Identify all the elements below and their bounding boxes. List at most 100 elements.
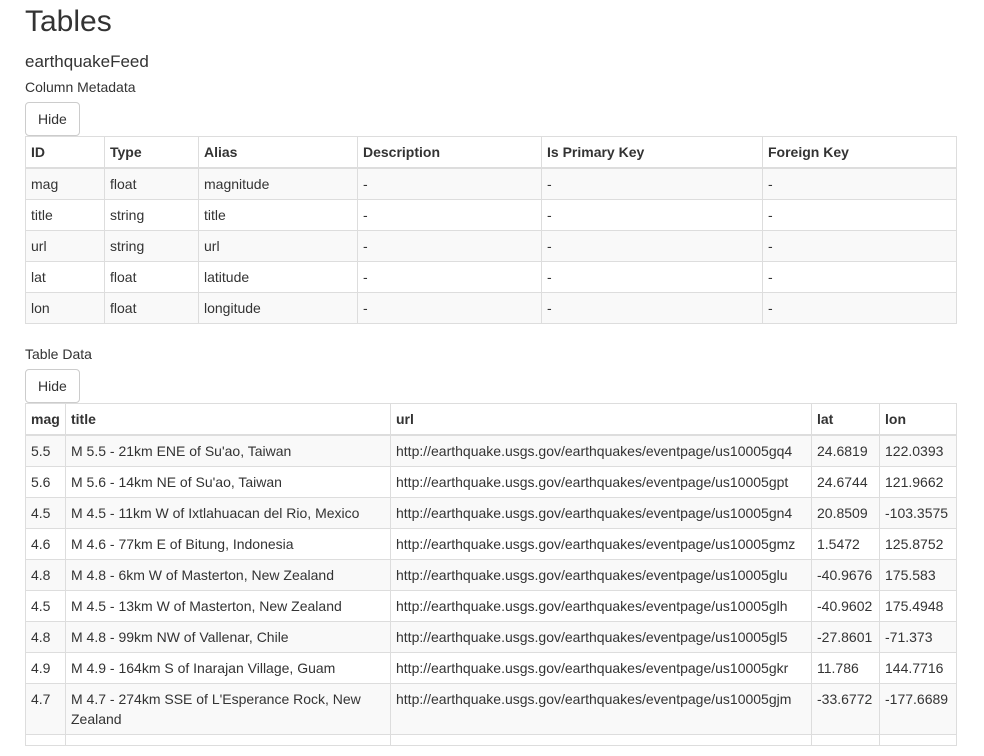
table-cell: mag <box>25 167 105 200</box>
hide-table-data-button[interactable]: Hide <box>25 368 80 403</box>
table-row: 5.6 M 5.6 - 14km NE of Su'ao, Taiwan htt… <box>25 465 957 498</box>
table-cell: M 4.8 - 6km W of Masterton, New Zealand <box>65 558 391 591</box>
table-data-table: mag title url lat lon 5.5 M 5.5 - 21km E… <box>25 402 957 746</box>
table-cell: 122.0393 <box>879 434 957 467</box>
column-metadata-header-row: ID Type Alias Description Is Primary Key… <box>25 135 957 169</box>
column-header-mag: mag <box>25 402 66 436</box>
table-cell: 4.6 <box>25 527 66 560</box>
table-cell: 125.8752 <box>879 527 957 560</box>
table-cell: - <box>762 229 957 262</box>
table-cell: longitude <box>198 291 358 324</box>
column-header-title: title <box>65 402 391 436</box>
page-title: Tables <box>25 5 112 38</box>
table-data-header-row: mag title url lat lon <box>25 402 957 436</box>
table-cell: title <box>198 198 358 231</box>
table-row: 4.8 M 4.8 - 99km NW of Vallenar, Chile h… <box>25 620 957 653</box>
column-header-alias: Alias <box>198 135 358 169</box>
table-cell: M 5.6 - 14km NE of Su'ao, Taiwan <box>65 465 391 498</box>
table-cell: string <box>104 198 199 231</box>
table-cell: - <box>541 167 763 200</box>
table-cell: float <box>104 291 199 324</box>
table-row: 5.5 M 5.5 - 21km ENE of Su'ao, Taiwan ht… <box>25 434 957 467</box>
table-cell: title <box>25 198 105 231</box>
table-cell: M 5.5 - 21km ENE of Su'ao, Taiwan <box>65 434 391 467</box>
hide-column-metadata-button[interactable]: Hide <box>25 101 80 136</box>
table-cell: 4.8 <box>25 558 66 591</box>
table-cell: 175.4948 <box>879 589 957 622</box>
table-cell: lat <box>25 260 105 293</box>
table-cell: -40.9676 <box>811 558 880 591</box>
table-cell: M 4.5 - 11km W of Ixtlahuacan del Rio, M… <box>65 496 391 529</box>
column-header-lat: lat <box>811 402 880 436</box>
column-metadata-caption: Column Metadata <box>25 78 136 95</box>
table-cell: M 4.7 - 274km SSE of L'Esperance Rock, N… <box>65 682 391 735</box>
table-row: url string url - - - <box>25 229 957 262</box>
table-cell: M 4.9 - 164km S of Inarajan Village, Gua… <box>65 651 391 684</box>
table-cell: - <box>357 198 542 231</box>
table-data-caption: Table Data <box>25 345 92 362</box>
table-row: 4.8 M 4.8 - 6km W of Masterton, New Zeal… <box>25 558 957 591</box>
table-cell: url <box>25 229 105 262</box>
table-cell: url <box>198 229 358 262</box>
table-cell: - <box>541 198 763 231</box>
table-row: 4.9 M 4.9 - 164km S of Inarajan Village,… <box>25 651 957 684</box>
table-cell: -40.9602 <box>811 589 880 622</box>
column-metadata-table: ID Type Alias Description Is Primary Key… <box>25 135 957 324</box>
table-cell: 24.6744 <box>811 465 880 498</box>
table-cell: 5.6 <box>25 465 66 498</box>
column-header-id: ID <box>25 135 105 169</box>
table-cell: -27.8601 <box>811 620 880 653</box>
table-cell <box>811 733 880 746</box>
table-cell: M 4.8 - 99km NW of Vallenar, Chile <box>65 620 391 653</box>
table-cell: 24.6819 <box>811 434 880 467</box>
table-cell: 121.9662 <box>879 465 957 498</box>
column-header-is-primary-key: Is Primary Key <box>541 135 763 169</box>
table-cell: 4.9 <box>25 651 66 684</box>
table-cell: http://earthquake.usgs.gov/earthquakes/e… <box>390 527 812 560</box>
table-cell: - <box>762 291 957 324</box>
table-cell: 4.5 <box>25 589 66 622</box>
table-cell: 11.786 <box>811 651 880 684</box>
table-cell: float <box>104 167 199 200</box>
table-cell: 20.8509 <box>811 496 880 529</box>
column-header-foreign-key: Foreign Key <box>762 135 957 169</box>
table-cell: http://earthquake.usgs.gov/earthquakes/e… <box>390 465 812 498</box>
table-cell: - <box>357 260 542 293</box>
column-header-type: Type <box>104 135 199 169</box>
table-cell: - <box>357 291 542 324</box>
table-row: 4.7 M 4.7 - 274km SSE of L'Esperance Roc… <box>25 682 957 735</box>
table-cell: 4.8 <box>25 620 66 653</box>
table-cell: 175.583 <box>879 558 957 591</box>
table-cell: 4.7 <box>25 682 66 735</box>
table-cell: - <box>357 229 542 262</box>
column-header-description: Description <box>357 135 542 169</box>
table-cell: string <box>104 229 199 262</box>
table-cell: http://earthquake.usgs.gov/earthquakes/e… <box>390 651 812 684</box>
table-row <box>25 733 957 746</box>
column-header-lon: lon <box>879 402 957 436</box>
table-cell: 144.7716 <box>879 651 957 684</box>
table-cell <box>879 733 957 746</box>
column-header-url: url <box>390 402 812 436</box>
table-cell <box>25 733 66 746</box>
table-cell: - <box>357 167 542 200</box>
table-cell: M 4.5 - 13km W of Masterton, New Zealand <box>65 589 391 622</box>
table-cell: http://earthquake.usgs.gov/earthquakes/e… <box>390 434 812 467</box>
table-cell: lon <box>25 291 105 324</box>
table-cell: -71.373 <box>879 620 957 653</box>
table-cell: float <box>104 260 199 293</box>
table-row: 4.5 M 4.5 - 11km W of Ixtlahuacan del Ri… <box>25 496 957 529</box>
table-cell: -103.3575 <box>879 496 957 529</box>
table-row: title string title - - - <box>25 198 957 231</box>
table-row: lat float latitude - - - <box>25 260 957 293</box>
table-cell: - <box>541 260 763 293</box>
table-cell: - <box>541 229 763 262</box>
table-cell: -33.6772 <box>811 682 880 735</box>
table-cell: http://earthquake.usgs.gov/earthquakes/e… <box>390 558 812 591</box>
table-cell: - <box>762 260 957 293</box>
table-cell: http://earthquake.usgs.gov/earthquakes/e… <box>390 620 812 653</box>
table-cell: -177.6689 <box>879 682 957 735</box>
table-cell: - <box>762 167 957 200</box>
table-cell: http://earthquake.usgs.gov/earthquakes/e… <box>390 496 812 529</box>
